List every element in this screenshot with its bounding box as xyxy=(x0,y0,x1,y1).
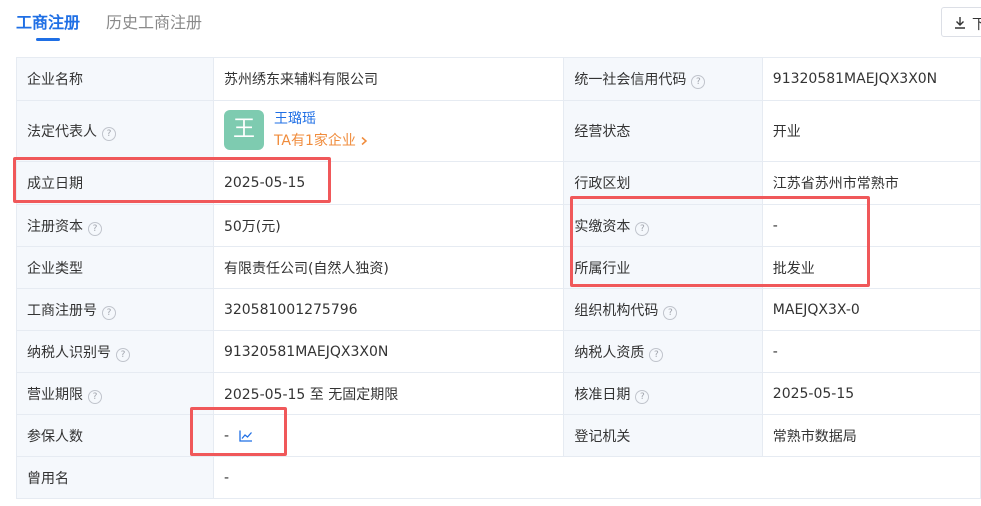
label-company-type: 企业类型 xyxy=(16,246,214,289)
label-operating-status: 经营状态 xyxy=(563,100,763,162)
table-row: 纳税人识别号? 91320581MAEJQX3X0N 纳税人资质? - xyxy=(16,330,981,373)
label-insured-count: 参保人数 xyxy=(16,414,214,457)
registration-info-table: 企业名称 苏州绣东来辅料有限公司 统一社会信用代码? 91320581MAEJQ… xyxy=(16,57,981,499)
value-legal-representative: 王 王璐瑶 TA有1家企业 xyxy=(212,100,565,162)
value-industry: 批发业 xyxy=(761,246,981,289)
table-row: 工商注册号? 320581001275796 组织机构代码? MAEJQX3X-… xyxy=(16,288,981,331)
table-row: 注册资本? 50万(元) 实缴资本? - xyxy=(16,204,981,247)
value-registered-capital: 50万(元) xyxy=(212,204,565,247)
value-paid-in-capital: - xyxy=(761,204,981,247)
tab-history-registration[interactable]: 历史工商注册 xyxy=(106,12,202,34)
help-icon[interactable]: ? xyxy=(88,221,102,236)
table-row: 法定代表人? 王 王璐瑶 TA有1家企业 经营状态 开业 xyxy=(16,100,981,162)
label-taxpayer-id: 纳税人识别号? xyxy=(16,330,214,373)
download-icon xyxy=(955,17,965,29)
value-company-name: 苏州绣东来辅料有限公司 xyxy=(212,57,565,101)
label-business-term: 营业期限? xyxy=(16,372,214,415)
help-icon[interactable]: ? xyxy=(649,347,664,362)
help-icon[interactable]: ? xyxy=(635,389,650,404)
avatar[interactable]: 王 xyxy=(223,110,264,150)
help-icon[interactable]: ? xyxy=(691,75,706,89)
help-icon[interactable]: ? xyxy=(102,127,116,141)
legal-rep-companies-link[interactable]: TA有1家企业 xyxy=(274,132,369,150)
help-icon[interactable]: ? xyxy=(88,389,102,404)
table-row: 参保人数 - 登记机关 常熟市数据局 xyxy=(16,414,981,457)
table-row: 企业名称 苏州绣东来辅料有限公司 统一社会信用代码? 91320581MAEJQ… xyxy=(16,57,981,101)
label-paid-in-capital: 实缴资本? xyxy=(563,204,763,247)
table-row: 企业类型 有限责任公司(自然人独资) 所属行业 批发业 xyxy=(16,246,981,289)
legal-rep-card: 王 王璐瑶 TA有1家企业 xyxy=(223,102,553,161)
label-org-code: 组织机构代码? xyxy=(563,288,763,331)
download-label: 下 xyxy=(972,17,981,33)
help-icon[interactable]: ? xyxy=(116,347,130,362)
tab-business-registration[interactable]: 工商注册 xyxy=(16,12,80,34)
value-taxpayer-qualification: - xyxy=(761,330,981,373)
help-icon[interactable]: ? xyxy=(663,305,678,320)
label-approval-date: 核准日期? xyxy=(563,372,763,415)
chevron-right-icon xyxy=(361,136,368,146)
value-registration-authority: 常熟市数据局 xyxy=(761,414,981,457)
download-button[interactable]: 下 xyxy=(941,7,981,37)
value-admin-region: 江苏省苏州市常熟市 xyxy=(761,161,981,205)
value-former-name: - xyxy=(212,456,981,499)
business-registration-panel: 工商注册 历史工商注册 下 企业名称 苏州绣东来辅料有限公司 统一社会信用代码?… xyxy=(0,0,981,506)
label-registered-capital: 注册资本? xyxy=(16,204,214,247)
value-approval-date: 2025-05-15 xyxy=(761,372,981,415)
label-former-name: 曾用名 xyxy=(16,456,214,499)
value-company-type: 有限责任公司(自然人独资) xyxy=(212,246,565,289)
label-admin-region: 行政区划 xyxy=(563,161,763,205)
table-row: 营业期限? 2025-05-15 至 无固定期限 核准日期? 2025-05-1… xyxy=(16,372,981,415)
value-credit-code: 91320581MAEJQX3X0N xyxy=(761,57,981,101)
value-taxpayer-id: 91320581MAEJQX3X0N xyxy=(212,330,565,373)
legal-rep-name-link[interactable]: 王璐瑶 xyxy=(274,110,316,128)
label-industry: 所属行业 xyxy=(563,246,763,289)
value-org-code: MAEJQX3X-0 xyxy=(761,288,981,331)
value-establish-date: 2025-05-15 xyxy=(212,161,565,205)
value-operating-status: 开业 xyxy=(761,100,981,162)
active-tab-indicator xyxy=(36,38,60,41)
value-registration-number: 320581001275796 xyxy=(212,288,565,331)
table-row: 成立日期 2025-05-15 行政区划 江苏省苏州市常熟市 xyxy=(16,161,981,205)
label-registration-number: 工商注册号? xyxy=(16,288,214,331)
value-insured-count: - xyxy=(212,414,565,457)
label-credit-code: 统一社会信用代码? xyxy=(563,57,763,101)
line-chart-icon[interactable] xyxy=(239,430,253,442)
label-company-name: 企业名称 xyxy=(16,57,214,101)
label-legal-representative: 法定代表人? xyxy=(16,100,214,162)
tab-bar: 工商注册 历史工商注册 下 xyxy=(0,0,981,44)
help-icon[interactable]: ? xyxy=(102,305,116,320)
value-business-term: 2025-05-15 至 无固定期限 xyxy=(212,372,565,415)
label-registration-authority: 登记机关 xyxy=(563,414,763,457)
table-row: 曾用名 - xyxy=(16,456,981,499)
help-icon[interactable]: ? xyxy=(635,221,650,236)
label-establish-date: 成立日期 xyxy=(16,161,214,205)
label-taxpayer-qualification: 纳税人资质? xyxy=(563,330,763,373)
